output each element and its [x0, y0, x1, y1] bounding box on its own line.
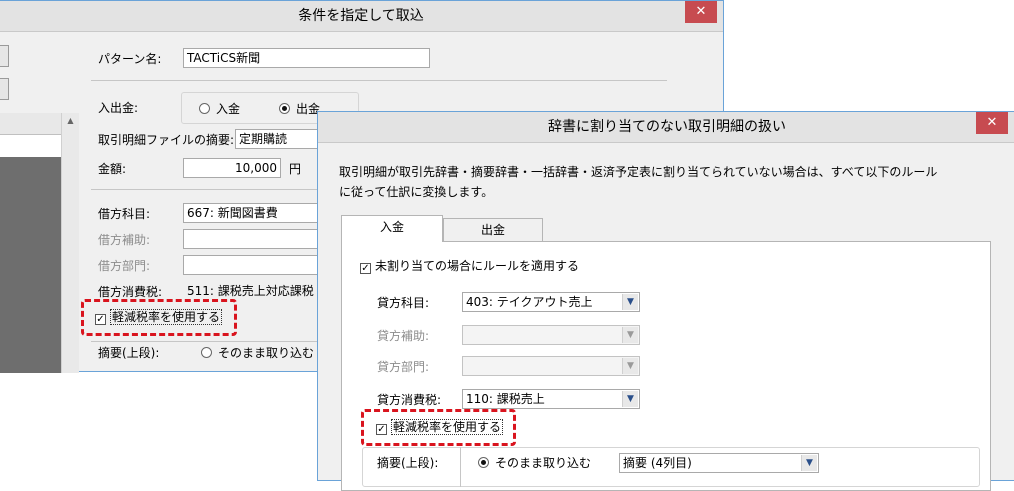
amount-unit: 円 [289, 162, 302, 176]
debit-sub-account-label: 借方補助: [98, 233, 151, 247]
chevron-down-icon[interactable]: ▼ [622, 391, 638, 407]
close-button[interactable]: ✕ [976, 112, 1008, 134]
credit-tax-select[interactable]: 110: 課税売上 ▼ [462, 389, 640, 409]
tab-active-cover [342, 240, 442, 243]
summary-upper-label: 摘要(上段): [98, 346, 160, 360]
apply-rule-checkbox[interactable]: ✓ 未割り当ての場合にルールを適用する [360, 258, 579, 274]
credit-department-label: 貸方部門: [377, 360, 430, 374]
radio-withdrawal[interactable]: 出金 [279, 101, 320, 117]
check-icon[interactable]: ✓ [376, 424, 387, 435]
check-icon[interactable]: ✓ [360, 263, 371, 274]
left-button-2[interactable] [0, 78, 9, 100]
chevron-down-icon[interactable]: ▼ [622, 294, 638, 310]
description-line-2: に従って仕訳に変換します。 [339, 185, 494, 199]
statement-summary-label: 取引明細ファイルの摘要: [98, 133, 235, 147]
chevron-down-icon[interactable]: ▼ [622, 327, 638, 343]
left-button-1[interactable] [0, 45, 9, 67]
debit-department-input[interactable] [183, 255, 333, 275]
credit-department-select[interactable]: ▼ [462, 356, 640, 376]
debit-account-label: 借方科目: [98, 207, 151, 221]
divider [91, 341, 331, 342]
chevron-down-icon[interactable]: ▼ [801, 455, 817, 471]
summary-column-select[interactable]: 摘要 (4列目) ▼ [619, 453, 819, 473]
close-icon: ✕ [695, 4, 707, 19]
credit-account-select[interactable]: 403: テイクアウト売上 ▼ [462, 292, 640, 312]
left-list-selected-row[interactable] [0, 135, 61, 157]
credit-account-label: 貸方科目: [377, 296, 430, 310]
radio-import-as-is[interactable]: そのまま取り込む [201, 345, 314, 361]
radio-import-as-is-indicator[interactable] [478, 457, 489, 468]
window-title: 条件を指定して取込 [0, 1, 723, 32]
amount-label: 金額: [98, 162, 127, 176]
reduced-tax-checkbox[interactable]: ✓ 軽減税率を使用する [376, 419, 504, 435]
radio-withdrawal-indicator[interactable] [279, 103, 290, 114]
close-icon: ✕ [986, 115, 998, 130]
debit-account-input[interactable]: 667: 新聞図書費 [183, 203, 333, 223]
scroll-up-icon[interactable]: ▲ [62, 113, 79, 129]
pattern-name-input[interactable]: TACTiCS新聞 [183, 48, 430, 68]
pattern-name-label: パターン名: [98, 52, 162, 66]
radio-deposit[interactable]: 入金 [199, 101, 240, 117]
in-out-label: 入出金: [98, 101, 139, 115]
left-list-header [0, 113, 61, 135]
debit-sub-account-input[interactable] [183, 229, 333, 249]
check-icon[interactable]: ✓ [95, 314, 106, 325]
divider [91, 80, 667, 81]
tab-withdrawal[interactable]: 出金 [443, 218, 543, 242]
reduced-tax-checkbox[interactable]: ✓ 軽減税率を使用する [95, 309, 223, 325]
radio-import-as-is[interactable]: そのまま取り込む [478, 455, 591, 471]
credit-sub-account-label: 貸方補助: [377, 329, 430, 343]
radio-deposit-indicator[interactable] [199, 103, 210, 114]
chevron-down-icon[interactable]: ▼ [622, 358, 638, 374]
amount-input[interactable]: 10,000 [183, 158, 281, 178]
left-list-body [0, 157, 61, 373]
scrollbar[interactable]: ▲ [61, 113, 79, 373]
radio-import-as-is-indicator[interactable] [201, 347, 212, 358]
debit-tax-input[interactable]: 511: 課税売上対応課税 [183, 281, 333, 301]
unassigned-statement-dialog: 辞書に割り当てのない取引明細の扱い ✕ 取引明細が取引先辞書・摘要辞書・一括辞書… [317, 111, 1014, 491]
close-button[interactable]: ✕ [685, 1, 717, 23]
credit-sub-account-select[interactable]: ▼ [462, 325, 640, 345]
summary-upper-label: 摘要(上段): [377, 456, 439, 470]
window-title: 辞書に割り当てのない取引明細の扱い [318, 112, 1014, 143]
debit-department-label: 借方部門: [98, 259, 151, 273]
credit-tax-label: 貸方消費税: [377, 393, 442, 407]
debit-tax-label: 借方消費税: [98, 285, 163, 299]
divider [91, 189, 331, 190]
divider [460, 447, 461, 487]
tab-deposit[interactable]: 入金 [341, 215, 443, 242]
description-line-1: 取引明細が取引先辞書・摘要辞書・一括辞書・返済予定表に割り当てられていない場合は… [339, 165, 938, 179]
